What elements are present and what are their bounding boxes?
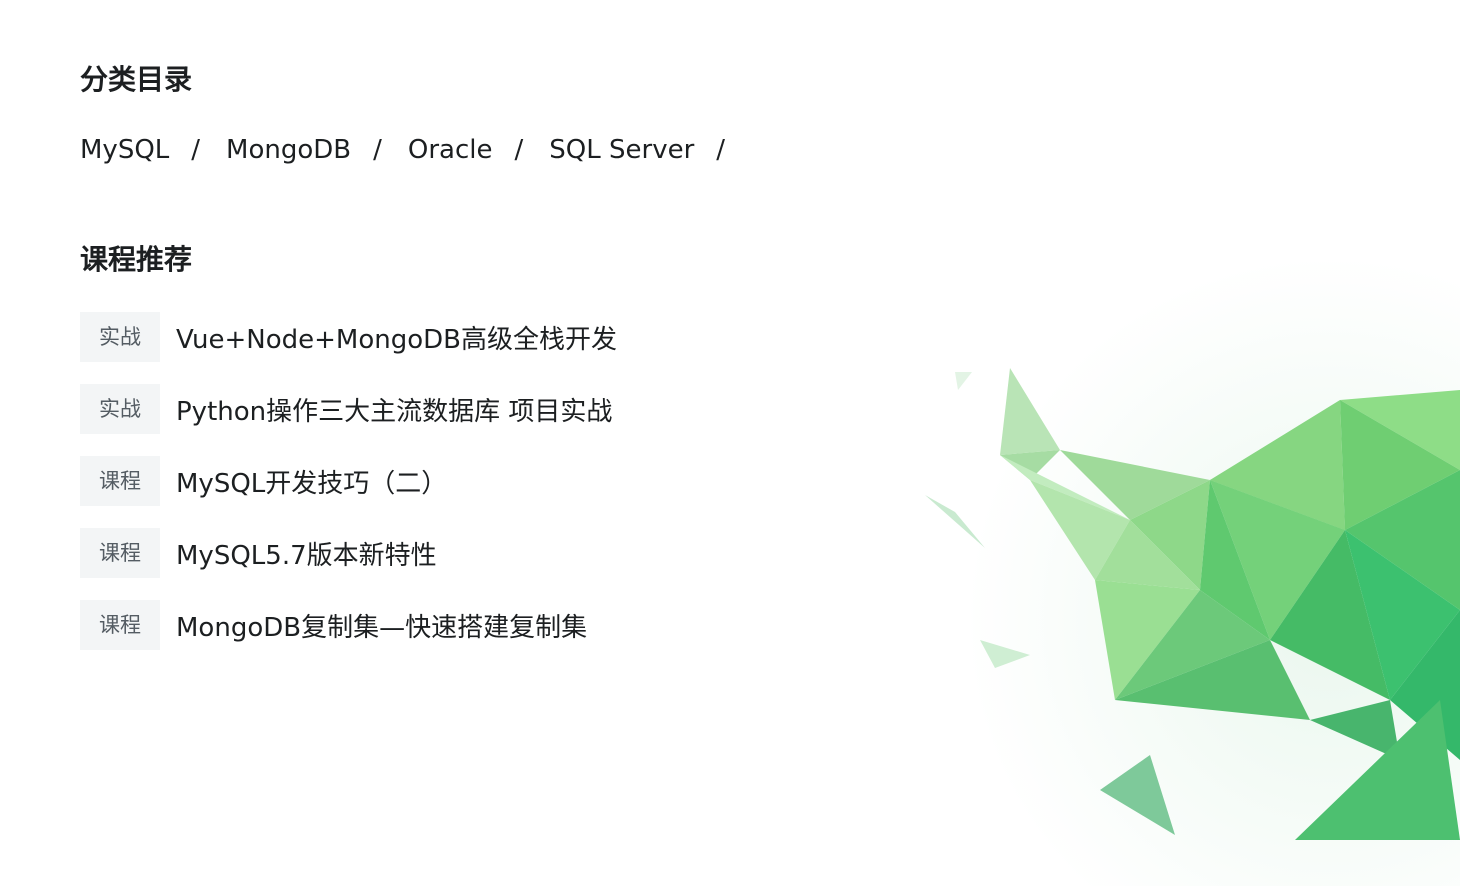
course-list: 实战 Vue+Node+MongoDB高级全栈开发 实战 Python操作三大主… (80, 312, 617, 672)
course-title[interactable]: Vue+Node+MongoDB高级全栈开发 (176, 319, 617, 356)
category-title: 分类目录 (80, 63, 193, 96)
course-tag: 课程 (80, 600, 160, 650)
category-link-mysql[interactable]: MySQL (80, 130, 169, 170)
course-item[interactable]: 实战 Vue+Node+MongoDB高级全栈开发 (80, 312, 617, 362)
category-separator: / (716, 135, 726, 165)
course-recommend-title: 课程推荐 (80, 243, 193, 276)
course-tag: 课程 (80, 528, 160, 578)
category-link-mongodb[interactable]: MongoDB (226, 130, 351, 170)
category-separator: / (373, 135, 382, 165)
course-item[interactable]: 课程 MySQL5.7版本新特性 (80, 528, 617, 578)
course-item[interactable]: 课程 MongoDB复制集—快速搭建复制集 (80, 600, 617, 650)
course-title[interactable]: MySQL开发技巧（二） (176, 463, 447, 500)
course-title[interactable]: MongoDB复制集—快速搭建复制集 (176, 607, 587, 644)
category-link-sql-server[interactable]: SQL Server (549, 130, 694, 170)
course-tag: 实战 (80, 312, 160, 362)
course-item[interactable]: 课程 MySQL开发技巧（二） (80, 456, 617, 506)
course-tag: 实战 (80, 384, 160, 434)
category-separator: / (191, 135, 201, 165)
course-item[interactable]: 实战 Python操作三大主流数据库 项目实战 (80, 384, 617, 434)
course-title[interactable]: MySQL5.7版本新特性 (176, 535, 437, 572)
category-link-oracle[interactable]: Oracle (408, 130, 493, 170)
category-list: MySQL / MongoDB / Oracle / SQL Server / (80, 130, 751, 170)
course-title[interactable]: Python操作三大主流数据库 项目实战 (176, 391, 612, 428)
polygonal-leaf-illustration (925, 368, 1460, 840)
course-tag: 课程 (80, 456, 160, 506)
category-separator: / (514, 135, 524, 165)
